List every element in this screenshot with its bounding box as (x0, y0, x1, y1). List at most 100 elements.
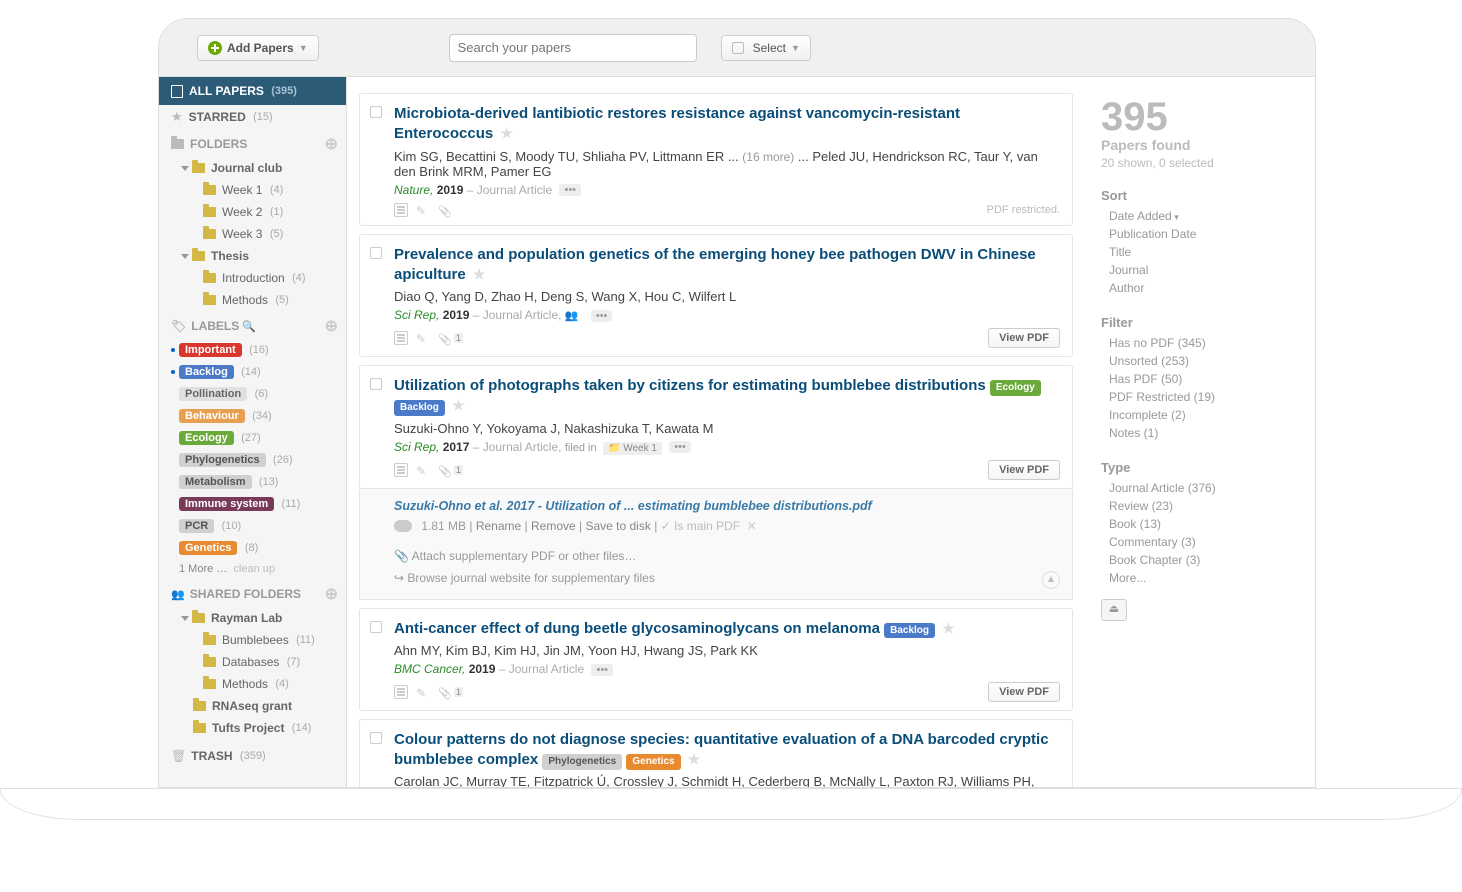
label-ecology[interactable]: Ecology (27) (159, 427, 346, 449)
paper-title[interactable]: Colour patterns do not diagnose species:… (394, 730, 1060, 771)
type-more[interactable]: More... (1101, 569, 1299, 587)
folder-introduction[interactable]: Introduction (4) (159, 267, 346, 289)
label-pollination[interactable]: Pollination (6) (159, 383, 346, 405)
folder-week1[interactable]: Week 1 (4) (159, 179, 346, 201)
filter-has-pdf[interactable]: Has PDF (50) (1101, 370, 1299, 388)
pencil-icon[interactable] (416, 463, 430, 477)
pencil-icon[interactable] (416, 203, 430, 217)
sidebar-all-papers[interactable]: ALL PAPERS (395) (159, 77, 346, 105)
paper-item[interactable]: Prevalence and population genetics of th… (359, 234, 1073, 358)
more-icon[interactable]: ••• (591, 310, 613, 322)
shared-databases[interactable]: Databases (7) (159, 651, 346, 673)
type-book[interactable]: Book (13) (1101, 515, 1299, 533)
label-genetics[interactable]: Genetics (8) (159, 537, 346, 559)
sidebar-starred[interactable]: ★ STARRED (15) (159, 105, 346, 129)
paper-checkbox[interactable] (370, 378, 382, 390)
label-immune-system[interactable]: Immune system (11) (159, 493, 346, 515)
view-pdf-button[interactable]: View PDF (988, 460, 1060, 480)
attachment-icon[interactable] (438, 463, 452, 477)
paper-checkbox[interactable] (370, 106, 382, 118)
star-icon[interactable]: ★ (688, 751, 701, 767)
filter-unsorted[interactable]: Unsorted (253) (1101, 352, 1299, 370)
paper-item[interactable]: Utilization of photographs taken by citi… (359, 365, 1073, 489)
authors-more[interactable]: (16 more) (742, 150, 794, 164)
paper-checkbox[interactable] (370, 247, 382, 259)
folder-journal-club[interactable]: Journal club (159, 157, 346, 179)
label-important[interactable]: Important (16) (159, 339, 346, 361)
sidebar-trash[interactable]: 🗑 TRASH (359) (159, 745, 346, 767)
add-shared-icon[interactable]: ⊕ (325, 584, 338, 604)
paper-item[interactable]: Anti-cancer effect of dung beetle glycos… (359, 608, 1073, 711)
paper-title[interactable]: Prevalence and population genetics of th… (394, 245, 1060, 286)
collapse-icon[interactable]: ▲ (1042, 571, 1060, 589)
paper-checkbox[interactable] (370, 621, 382, 633)
label-backlog[interactable]: Backlog (14) (159, 361, 346, 383)
shared-rnaseq[interactable]: RNAseq grant (159, 695, 346, 717)
sort-pub-date[interactable]: Publication Date (1101, 225, 1299, 243)
search-icon[interactable]: 🔍 (242, 320, 256, 333)
add-papers-button[interactable]: Add Papers ▼ (197, 35, 319, 61)
more-icon[interactable]: ••• (669, 441, 691, 453)
labels-cleanup[interactable]: clean up (233, 563, 275, 575)
paper-checkbox[interactable] (370, 732, 382, 744)
folder-methods[interactable]: Methods (5) (159, 289, 346, 311)
sort-author[interactable]: Author (1101, 279, 1299, 297)
filter-notes[interactable]: Notes (1) (1101, 424, 1299, 442)
note-icon[interactable] (394, 463, 408, 477)
type-commentary[interactable]: Commentary (3) (1101, 533, 1299, 551)
pencil-icon[interactable] (416, 685, 430, 699)
sort-date-added[interactable]: Date Added (1101, 207, 1299, 225)
pdf-remove[interactable]: Remove (531, 519, 576, 533)
close-icon[interactable]: ✕ (747, 519, 757, 533)
pencil-icon[interactable] (416, 331, 430, 345)
label-metabolism[interactable]: Metabolism (13) (159, 471, 346, 493)
filed-folder-chip[interactable]: 📁 Week 1 (603, 442, 662, 455)
folder-week3[interactable]: Week 3 (5) (159, 223, 346, 245)
label-phylogenetics[interactable]: Phylogenetics (26) (159, 449, 346, 471)
attach-supplementary[interactable]: 📎 Attach supplementary PDF or other file… (394, 545, 1038, 567)
sort-journal[interactable]: Journal (1101, 261, 1299, 279)
pdf-save[interactable]: Save to disk (585, 519, 650, 533)
note-icon[interactable] (394, 685, 408, 699)
shared-methods[interactable]: Methods (4) (159, 673, 346, 695)
add-folder-icon[interactable]: ⊕ (325, 134, 338, 154)
paper-title[interactable]: Microbiota-derived lantibiotic restores … (394, 104, 1060, 145)
type-journal-article[interactable]: Journal Article (376) (1101, 479, 1299, 497)
star-icon[interactable]: ★ (473, 266, 486, 282)
more-icon[interactable]: ••• (559, 184, 581, 196)
shared-tufts[interactable]: Tufts Project (14) (159, 717, 346, 739)
paper-item[interactable]: Colour patterns do not diagnose species:… (359, 719, 1073, 787)
select-button[interactable]: Select ▼ (721, 35, 811, 61)
pdf-rename[interactable]: Rename (476, 519, 521, 533)
shared-bumblebees[interactable]: Bumblebees (11) (159, 629, 346, 651)
shared-rayman-lab[interactable]: Rayman Lab (159, 607, 346, 629)
pdf-filename[interactable]: Suzuki-Ohno et al. 2017 - Utilization of… (394, 499, 1038, 513)
filter-pdf-restricted[interactable]: PDF Restricted (19) (1101, 388, 1299, 406)
view-pdf-button[interactable]: View PDF (988, 682, 1060, 702)
attachment-icon[interactable] (438, 331, 452, 345)
sort-title[interactable]: Title (1101, 243, 1299, 261)
paper-item[interactable]: Microbiota-derived lantibiotic restores … (359, 93, 1073, 226)
browse-journal[interactable]: ↪ Browse journal website for supplementa… (394, 567, 1038, 589)
add-label-icon[interactable]: ⊕ (325, 316, 338, 336)
folder-thesis[interactable]: Thesis (159, 245, 346, 267)
note-icon[interactable] (394, 331, 408, 345)
attachment-icon[interactable] (438, 685, 452, 699)
filter-incomplete[interactable]: Incomplete (2) (1101, 406, 1299, 424)
note-icon[interactable] (394, 203, 408, 217)
star-icon[interactable]: ★ (452, 397, 465, 413)
label-pcr[interactable]: PCR (10) (159, 515, 346, 537)
labels-more[interactable]: 1 More … clean up (159, 559, 346, 579)
eject-button[interactable]: ⏏ (1101, 599, 1127, 621)
more-icon[interactable]: ••• (591, 664, 613, 676)
type-book-chapter[interactable]: Book Chapter (3) (1101, 551, 1299, 569)
label-behaviour[interactable]: Behaviour (34) (159, 405, 346, 427)
search-input[interactable] (449, 34, 697, 62)
star-icon[interactable]: ★ (500, 125, 513, 141)
paper-title[interactable]: Anti-cancer effect of dung beetle glycos… (394, 619, 1060, 639)
star-icon[interactable]: ★ (942, 620, 955, 636)
attachment-icon[interactable] (438, 203, 452, 217)
type-review[interactable]: Review (23) (1101, 497, 1299, 515)
folder-week2[interactable]: Week 2 (1) (159, 201, 346, 223)
paper-title[interactable]: Utilization of photographs taken by citi… (394, 376, 1060, 417)
